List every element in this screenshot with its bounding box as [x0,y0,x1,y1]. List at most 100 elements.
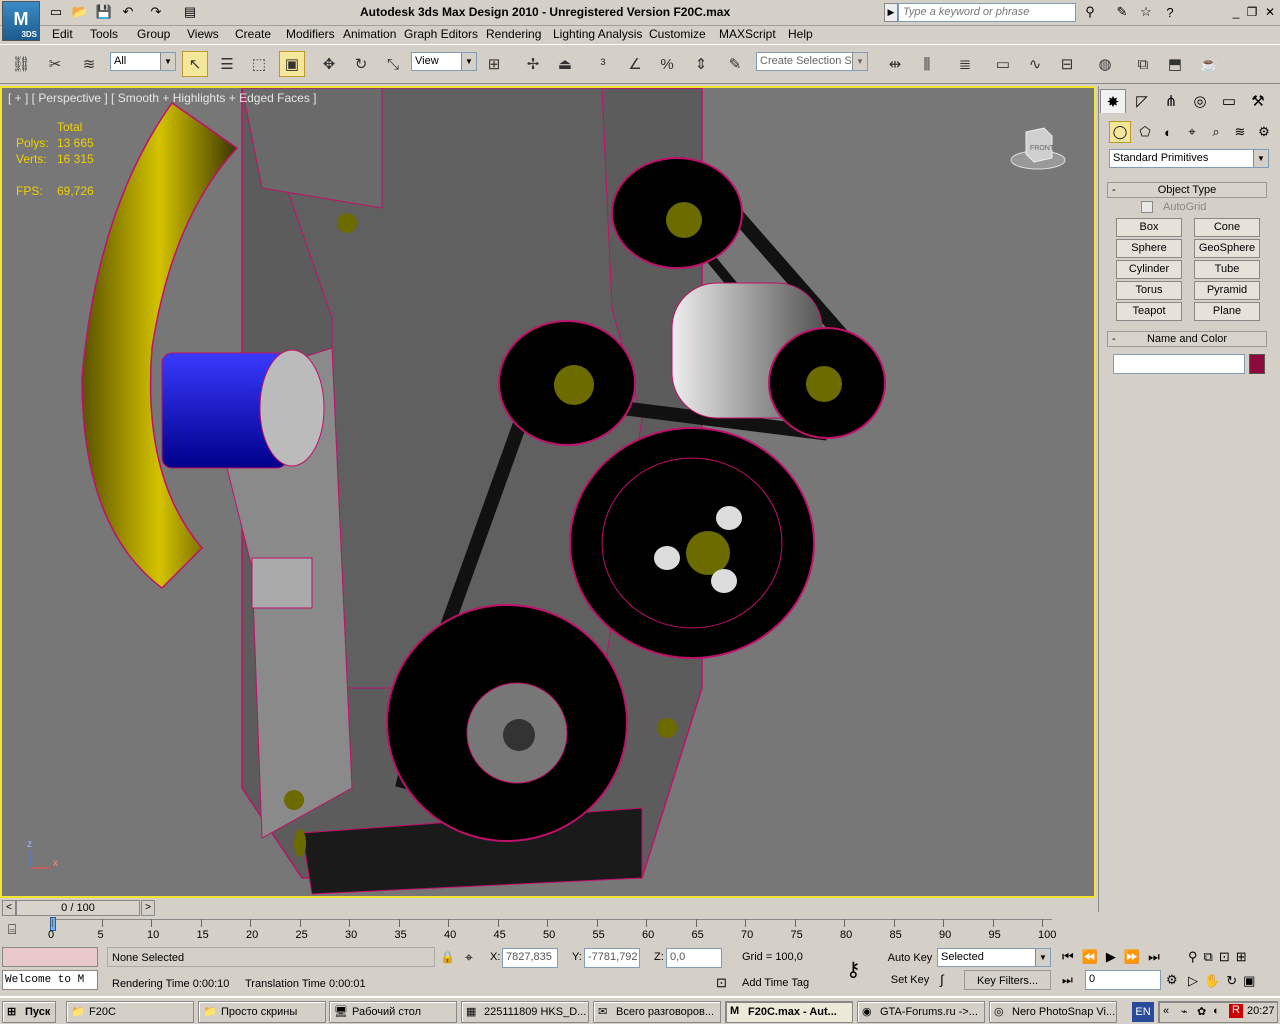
menu-maxscript[interactable]: MAXScript [719,27,776,41]
modify-tab-icon[interactable]: ◸ [1129,89,1155,113]
tray-app-icon[interactable]: R [1229,1004,1243,1018]
menu-group[interactable]: Group [137,27,170,41]
menu-graph-editors[interactable]: Graph Editors [404,27,478,41]
menu-lighting-analysis[interactable]: Lighting Analysis [553,27,642,41]
task-f20c[interactable]: 📁 F20C [66,1001,194,1023]
rendered-frame-window-icon[interactable]: ⬒ [1162,51,1188,77]
selection-lock-icon[interactable]: 🔒 [440,950,455,964]
open-file-icon[interactable]: 📂 [70,3,90,21]
curve-editor-icon[interactable]: ∿ [1022,51,1048,77]
perspective-viewport[interactable]: [ + ] [ Perspective ] [ Smooth + Highlig… [0,86,1096,898]
reference-coordinate-dropdown[interactable]: View ▼ [411,52,477,71]
pivot-center-icon[interactable]: ⊞ [481,51,507,77]
menu-tools[interactable]: Tools [90,27,118,41]
key-filters-button[interactable]: Key Filters... [964,970,1051,990]
edit-named-selection-icon[interactable]: ✎ [722,51,748,77]
render-production-icon[interactable]: ☕ [1196,51,1222,77]
object-type-rollout[interactable]: - Object Type [1107,182,1267,198]
selection-filter-dropdown[interactable]: All ▼ [110,52,176,71]
spinner-snap-icon[interactable]: ⇕ [688,51,714,77]
pyramid-button[interactable]: Pyramid [1194,281,1260,300]
auto-key-button[interactable]: Auto Key [886,948,934,968]
create-tab-icon[interactable]: ✸ [1100,89,1126,113]
set-keys-key-icon[interactable]: ⚷ [846,957,861,982]
zoom-extents-icon[interactable]: ⊡ [1219,949,1236,964]
scale-icon[interactable]: ⤡ [380,51,406,77]
project-folder-icon[interactable]: ▤ [180,3,200,21]
viewcube[interactable]: FRONT [1010,122,1066,172]
orbit-icon[interactable]: ↻ [1226,973,1243,988]
time-configuration-icon[interactable]: ⚙ [1166,972,1178,988]
move-icon[interactable]: ✥ [316,51,342,77]
select-manipulate-icon[interactable]: ✢ [520,51,546,77]
time-slider-thumb[interactable]: 0 / 100 [16,900,140,916]
menu-rendering[interactable]: Rendering [486,27,541,41]
x-coordinate-input[interactable]: 7827,835 [502,948,558,968]
hierarchy-tab-icon[interactable]: ⋔ [1158,89,1184,113]
maxscript-listener-input[interactable]: Welcome to M [2,970,98,990]
tray-expand-icon[interactable]: « [1163,1005,1169,1017]
set-key-button[interactable]: Set Key [886,970,934,990]
search-expand-button[interactable]: ▶ [884,3,898,22]
zoom-all-icon[interactable]: ⧉ [1204,949,1219,964]
next-frame-icon[interactable]: ⏩ [1124,949,1148,964]
go-to-end-icon[interactable]: ⏭ [1148,949,1168,964]
close-icon[interactable]: ✕ [1262,4,1278,20]
layer-manager-icon[interactable]: ≣ [952,51,978,77]
schematic-view-icon[interactable]: ⊟ [1054,51,1080,77]
zoom-icon[interactable]: ⚲ [1188,949,1204,964]
help-icon[interactable]: ? [1160,3,1180,21]
restore-icon[interactable]: ❐ [1244,4,1260,20]
named-selection-input[interactable]: Create Selection Se ▼ [756,52,868,71]
undo-icon[interactable]: ↶ [118,3,138,21]
task-gta-forums[interactable]: ◉ GTA-Forums.ru ->... [857,1001,985,1023]
tube-button[interactable]: Tube [1194,260,1260,279]
task-nero-photosnap[interactable]: ◎ Nero PhotoSnap Vi... [989,1001,1117,1023]
key-mode-dropdown[interactable]: Selected ▼ [937,948,1051,967]
time-tag-icon[interactable]: ⊡ [716,975,727,991]
material-editor-icon[interactable]: ◍ [1092,51,1118,77]
redo-icon[interactable]: ↷ [146,3,166,21]
rectangular-selection-icon[interactable]: ⬚ [246,51,272,77]
helpers-icon[interactable]: ⌕ [1205,121,1227,143]
link-icon[interactable]: ⛓ [8,51,34,77]
current-frame-input[interactable]: 0 [1085,970,1161,990]
tray-antivirus-icon[interactable]: ✿ [1197,1005,1206,1018]
absolute-mode-icon[interactable]: ⌖ [465,949,473,966]
time-slider-prev-icon[interactable]: < [2,900,16,916]
angle-snap-icon[interactable]: ∠ [622,51,648,77]
snaps-toggle-icon[interactable]: ³ [590,51,616,77]
display-tab-icon[interactable]: ▭ [1216,89,1242,113]
task-screens-folder[interactable]: 📁 Просто скрины [198,1001,326,1023]
autogrid-checkbox[interactable] [1141,201,1153,213]
select-by-name-icon[interactable]: ☰ [214,51,240,77]
cameras-icon[interactable]: ⌖ [1181,121,1203,143]
menu-animation[interactable]: Animation [343,27,396,41]
application-button[interactable]: M 3DS [2,1,40,41]
utilities-tab-icon[interactable]: ⚒ [1245,89,1271,113]
space-warps-icon[interactable]: ≋ [1229,121,1251,143]
align-icon[interactable]: ⫼ [914,51,940,77]
box-button[interactable]: Box [1116,218,1182,237]
viewport-label[interactable]: [ + ] [ Perspective ] [ Smooth + Highlig… [8,91,317,105]
percent-snap-icon[interactable]: % [654,51,680,77]
minimize-icon[interactable]: _ [1228,4,1244,20]
keyboard-shortcut-icon[interactable]: ⏏ [552,51,578,77]
geometry-icon[interactable]: ◯ [1109,121,1131,143]
task-chat[interactable]: ✉ Всего разговоров... [593,1001,721,1023]
menu-views[interactable]: Views [187,27,219,41]
trackbar[interactable]: ⌸ 0 5 10 15 20 25 30 35 40 45 50 55 60 65 70 75 80 85 90 95… [0,917,1098,945]
task-hks-image[interactable]: ▦ 225111809 HKS_D... [461,1001,589,1023]
menu-edit[interactable]: Edit [52,27,73,41]
lights-icon[interactable]: ◐ [1157,121,1179,143]
select-object-icon[interactable]: ↖ [182,51,208,77]
new-file-icon[interactable]: ▭ [46,3,66,21]
menu-customize[interactable]: Customize [649,27,706,41]
systems-icon[interactable]: ⚙ [1253,121,1275,143]
save-file-icon[interactable]: 💾 [94,3,114,21]
search-input[interactable]: Type a keyword or phrase [898,3,1076,22]
key-mode-toggle-icon[interactable]: ⏭ [1062,973,1073,988]
rotate-icon[interactable]: ↻ [348,51,374,77]
maximize-viewport-icon[interactable]: ▣ [1243,973,1261,988]
teapot-button[interactable]: Teapot [1116,302,1182,321]
